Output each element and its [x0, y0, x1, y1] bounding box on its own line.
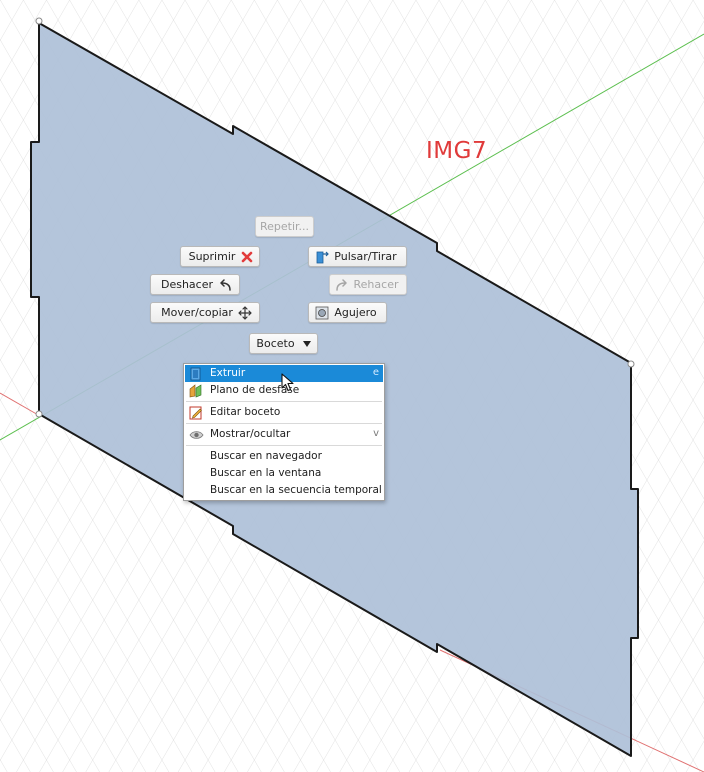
menu-item-show-hide[interactable]: Mostrar/ocultar v [185, 426, 383, 443]
mouse-cursor-icon [281, 373, 294, 392]
move-icon [237, 305, 253, 321]
canvas-viewport[interactable]: IMG7 Repetir... Suprimir Pulsar/Tirar De… [0, 0, 704, 772]
menu-item-label: Extruir [210, 367, 246, 379]
menu-separator [186, 445, 382, 446]
press-pull-icon [314, 249, 330, 265]
image-tag-label: IMG7 [426, 138, 488, 164]
repeat-button[interactable]: Repetir... [255, 216, 314, 237]
sketch-dropdown-label: Boceto [256, 337, 295, 350]
move-copy-button[interactable]: Mover/copiar [150, 302, 260, 323]
menu-item-label: Buscar en la secuencia temporal [210, 484, 382, 496]
delete-button[interactable]: Suprimir [180, 246, 260, 267]
menu-separator [186, 401, 382, 402]
corner-point[interactable] [35, 17, 43, 25]
chevron-down-icon [299, 336, 315, 352]
eye-icon [188, 427, 204, 442]
menu-item-find-in-window[interactable]: Buscar en la ventana [185, 465, 383, 482]
menu-item-find-in-timeline[interactable]: Buscar en la secuencia temporal [185, 482, 383, 499]
hole-icon [314, 305, 330, 321]
menu-item-label: Buscar en navegador [210, 450, 322, 462]
shortcut-label: e [372, 367, 379, 378]
menu-item-label: Editar boceto [210, 406, 281, 418]
sketch-dropdown-button[interactable]: Boceto [249, 333, 318, 354]
edit-sketch-icon [188, 405, 204, 420]
menu-separator [186, 423, 382, 424]
origin-point[interactable] [35, 410, 43, 418]
repeat-label: Repetir... [259, 220, 310, 233]
undo-label: Deshacer [160, 278, 214, 291]
menu-item-find-in-browser[interactable]: Buscar en navegador [185, 448, 383, 465]
hole-label: Agujero [334, 306, 377, 319]
redo-label: Rehacer [353, 278, 399, 291]
delete-label: Suprimir [188, 250, 236, 263]
redo-button[interactable]: Rehacer [329, 274, 407, 295]
redo-icon [334, 277, 350, 293]
move-copy-label: Mover/copiar [161, 306, 233, 319]
shortcut-label: v [373, 428, 379, 439]
undo-icon [217, 277, 233, 293]
menu-item-label: Buscar en la ventana [210, 467, 322, 479]
menu-item-label: Mostrar/ocultar [210, 428, 291, 440]
close-red-icon [239, 249, 255, 265]
undo-button[interactable]: Deshacer [150, 274, 240, 295]
press-pull-label: Pulsar/Tirar [334, 250, 397, 263]
offset-plane-icon [188, 383, 204, 398]
hole-button[interactable]: Agujero [308, 302, 387, 323]
extrude-icon [188, 366, 204, 381]
press-pull-button[interactable]: Pulsar/Tirar [308, 246, 407, 267]
corner-point[interactable] [627, 360, 635, 368]
menu-item-edit-sketch[interactable]: Editar boceto [185, 404, 383, 421]
